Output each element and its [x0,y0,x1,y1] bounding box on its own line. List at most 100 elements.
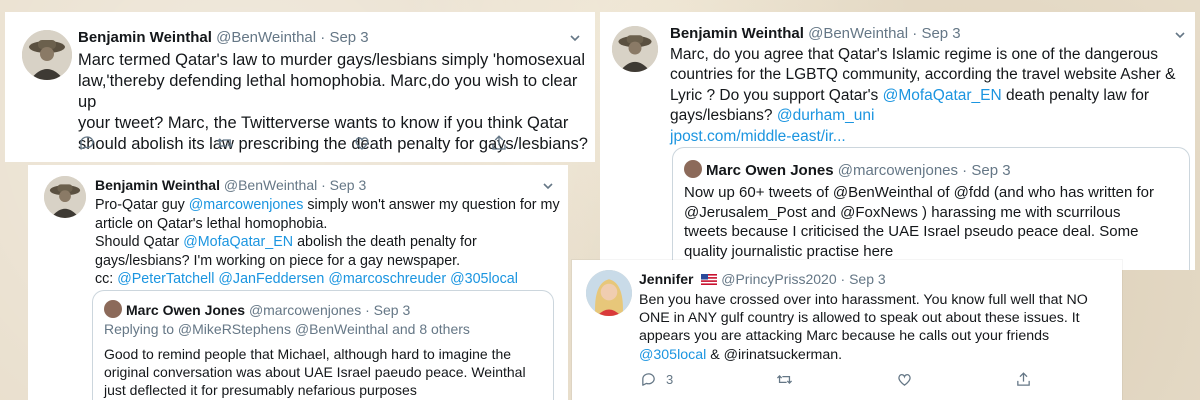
author-name[interactable]: Jennifer [639,271,693,287]
author-name[interactable]: Benjamin Weinthal [95,177,220,193]
quote-header: Marc Owen Jones @marcowenjones · Sep 3 [104,300,410,318]
author-handle[interactable]: @BenWeinthal [808,25,908,42]
tweet-date[interactable]: Sep 3 [849,271,886,287]
avatar[interactable] [586,270,632,316]
tweet-date: Sep 3 [373,302,411,318]
tweet-line: cc: @PeterTatchell @JanFeddersen @marcos… [95,270,560,289]
quote-line: Now up 60+ tweets of @BenWeinthal of @fd… [684,184,1155,201]
quoted-tweet[interactable]: Marc Owen Jones @marcowenjones · Sep 3 R… [92,290,554,400]
mention-link[interactable]: @MofaQatar_EN [883,87,1002,104]
tweet-header: Benjamin Weinthal @BenWeinthal · Sep 3 [78,29,369,46]
text-span: Lyric ? Do you support Qatar's [670,86,883,104]
author-name[interactable]: Benjamin Weinthal [670,25,804,42]
tweet-card-1[interactable]: Benjamin Weinthal @BenWeinthal · Sep 3 M… [5,12,595,162]
tweet-line: Should Qatar @MofaQatar_EN abolish the d… [95,233,560,252]
tweet-line: @305local & @irinatsuckerman. [639,346,1088,364]
reply-count: 3 [666,372,674,387]
share-icon[interactable] [1015,371,1032,388]
tweet-date[interactable]: Sep 3 [330,177,367,193]
quote-header: Marc Owen Jones @marcowenjones · Sep 3 [684,160,1011,179]
tweet-line: jpost.com/middle-east/ir... [670,127,1175,147]
tweet-line: law,'thereby defending lethal homophobia… [78,71,578,111]
chevron-down-icon[interactable] [570,33,580,43]
quote-line: quality journalistic practise here [684,242,894,260]
tweet-header: Benjamin Weinthal @BenWeinthal · Sep 3 [670,25,961,42]
tweet-line: countries for the LGBTQ community, accor… [670,66,1176,84]
reply-icon [642,373,655,386]
action-bar: 3 [640,371,1032,388]
quote-line: tweets because I criticised the UAE Isra… [684,223,1139,240]
tweet-line: ONE in ANY gulf country is allowed to sp… [639,310,1080,327]
tweet-header: Jennifer @PrincyPriss2020 · Sep 3 [639,271,886,287]
tweet-header: Benjamin Weinthal @BenWeinthal · Sep 3 [95,177,366,193]
author-name[interactable]: Benjamin Weinthal [78,29,212,46]
mention-link[interactable]: @305local [639,347,706,363]
text-span: & @irinatsuckerman. [706,346,843,363]
tweet-line: Marc termed Qatar's law to murder gays/l… [78,51,585,69]
quote-line: Good to remind people that Michael, alth… [104,346,512,362]
mention-link[interactable]: @durham_uni [777,107,875,124]
text-span: abolish the death penalty for [293,234,477,251]
separator-dot: · [962,162,968,179]
avatar[interactable] [22,30,72,80]
text-span: Pro-Qatar guy [95,197,189,213]
chevron-down-icon[interactable] [1175,30,1185,40]
tweet-card-3[interactable]: Benjamin Weinthal @BenWeinthal · Sep 3 M… [600,12,1195,270]
separator-dot: · [365,302,370,318]
author-handle: @marcowenjones [837,162,958,179]
reply-icon[interactable] [78,134,96,152]
tweet-line: Pro-Qatar guy @marcowenjones simply won'… [95,196,560,215]
text-span: death penalty law for [1001,86,1150,104]
avatar [684,160,702,178]
mention-link[interactable]: @marcowenjones [189,197,304,213]
like-icon[interactable] [896,371,913,388]
reply-button[interactable]: 3 [640,371,673,388]
author-handle[interactable]: @PrincyPriss2020 [721,271,836,287]
tweet-date[interactable]: Sep 3 [329,29,368,46]
mention-link[interactable]: @305local [450,271,518,287]
quote-line: original conversation was about UAE Isra… [104,364,526,381]
mention-link[interactable]: @JanFeddersen [218,271,324,287]
quoted-tweet[interactable]: Marc Owen Jones @marcowenjones · Sep 3 N… [672,147,1190,270]
tweet-card-2[interactable]: Benjamin Weinthal @BenWeinthal · Sep 3 P… [28,165,568,400]
author-name: Marc Owen Jones [706,162,834,179]
avatar[interactable] [44,176,86,218]
tweet-text: Marc, do you agree that Qatar's Islamic … [670,45,1175,147]
tweet-line: Marc, do you agree that Qatar's Islamic … [670,46,1159,63]
mention-link[interactable]: @marcoschreuder [328,271,446,287]
quote-line: @Jerusalem_Post and @FoxNews ) harassing… [684,203,1121,221]
author-name: Marc Owen Jones [126,302,246,318]
tweet-text: Pro-Qatar guy @marcowenjones simply won'… [95,196,560,289]
separator-dot: · [912,25,918,42]
text-span: cc: [95,271,118,288]
separator-dot: · [840,271,846,287]
tweet-date[interactable]: Sep 3 [921,25,960,42]
quote-text: Good to remind people that Michael, alth… [104,345,526,400]
mention-link[interactable]: @MofaQatar_EN [183,234,293,250]
tweet-line: gays/lesbians? @durham_uni [670,106,1175,126]
retweet-icon[interactable] [215,134,235,152]
tweet-date: Sep 3 [971,162,1011,179]
chevron-down-icon[interactable] [543,181,553,191]
us-flag-icon [701,274,718,285]
author-handle: @marcowenjones [248,302,362,318]
share-icon[interactable] [490,134,508,152]
mention-link[interactable]: @PeterTatchell [117,271,214,287]
tweet-line: gays/lesbians? I'm working on piece for … [95,252,461,269]
author-handle[interactable]: @BenWeinthal [224,177,317,193]
author-handle[interactable]: @BenWeinthal [216,29,316,46]
like-icon[interactable] [353,134,371,152]
tweet-line: Ben you have crossed over into harassmen… [639,292,1088,308]
tweet-line: appears you are attacking Marc because h… [639,328,1050,345]
reply-context: Replying to @MikeRStephens @BenWeinthal … [104,321,470,337]
text-span: Should Qatar [95,234,184,251]
separator-dot: · [320,29,326,46]
retweet-icon[interactable] [775,371,794,388]
quote-text: Now up 60+ tweets of @BenWeinthal of @fd… [684,183,1154,261]
tweet-line: article on Qatar's lethal homophobia. [95,215,328,232]
tweet-line: your tweet? Marc, the Twitterverse wants… [78,113,569,132]
url-link[interactable]: jpost.com/middle-east/ir... [670,128,846,145]
text-span: simply won't answer my question for my [303,197,560,213]
tweet-card-4[interactable]: Jennifer @PrincyPriss2020 · Sep 3 Ben yo… [572,260,1122,400]
avatar[interactable] [612,26,658,72]
